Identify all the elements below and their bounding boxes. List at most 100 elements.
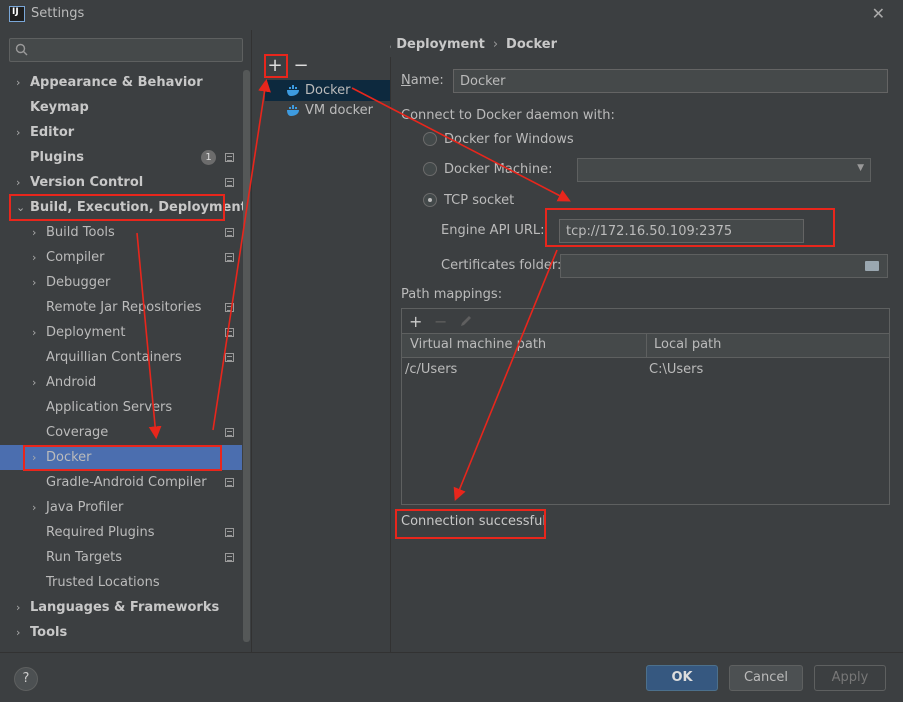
chevron-right-icon[interactable]: › (32, 495, 36, 520)
sidebar-scrollbar[interactable] (243, 70, 250, 642)
sidebar-item-arquillian-containers[interactable]: Arquillian Containers (0, 345, 242, 370)
remove-mapping-button[interactable]: − (434, 312, 447, 331)
path-mappings-toolbar: + − (402, 309, 889, 334)
connection-status: Connection successful (401, 514, 546, 529)
tcp-socket-radio[interactable] (423, 193, 437, 207)
sidebar-item-tools[interactable]: › Tools (0, 620, 242, 645)
sidebar-item-version-control[interactable]: › Version Control (0, 170, 242, 195)
sidebar-item-required-plugins[interactable]: Required Plugins (0, 520, 242, 545)
close-icon[interactable]: ✕ (872, 4, 885, 23)
sidebar-item-deployment[interactable]: › Deployment (0, 320, 242, 345)
search-input[interactable] (34, 41, 234, 59)
project-settings-icon (225, 228, 234, 237)
folder-icon[interactable] (865, 261, 879, 271)
chevron-right-icon[interactable]: › (32, 270, 36, 295)
sidebar-item-remote-jar-repositories[interactable]: Remote Jar Repositories (0, 295, 242, 320)
sidebar-item-run-targets[interactable]: Run Targets (0, 545, 242, 570)
add-config-button[interactable]: + (266, 57, 284, 76)
sidebar-item-debugger[interactable]: › Debugger (0, 270, 242, 295)
ok-button[interactable]: OK (646, 665, 718, 691)
docker-machine-select[interactable]: ▼ (577, 158, 871, 182)
docker-config-item[interactable]: Docker (265, 80, 390, 101)
sidebar-item-compiler[interactable]: › Compiler (0, 245, 242, 270)
search-icon (15, 43, 28, 56)
chevron-right-icon[interactable]: › (16, 120, 20, 145)
sidebar-item-trusted-locations[interactable]: Trusted Locations (0, 570, 242, 595)
cancel-button[interactable]: Cancel (729, 665, 803, 691)
sidebar-item-label: Docker (46, 450, 92, 465)
sidebar-item-keymap[interactable]: Keymap (0, 95, 242, 120)
sidebar-item-build-tools[interactable]: › Build Tools (0, 220, 242, 245)
local-path-cell: C:\Users (649, 362, 704, 377)
add-mapping-button[interactable]: + (409, 312, 422, 331)
sidebar-item-coverage[interactable]: Coverage (0, 420, 242, 445)
name-input[interactable] (453, 69, 888, 93)
path-mappings-table: + − Virtual machine path Local path /c/U… (401, 308, 890, 505)
chevron-right-icon[interactable]: › (16, 620, 20, 645)
sidebar-item-gradle-android-compiler[interactable]: Gradle-Android Compiler (0, 470, 242, 495)
breadcrumb-separator: › (492, 37, 499, 52)
chevron-right-icon[interactable]: › (16, 595, 20, 620)
sidebar-item-label: Remote Jar Repositories (46, 300, 202, 315)
chevron-right-icon[interactable]: › (32, 370, 36, 395)
sidebar-item-build-execution-deployment[interactable]: ⌄ Build, Execution, Deployment (0, 195, 247, 220)
sidebar-item-languages-frameworks[interactable]: › Languages & Frameworks (0, 595, 242, 620)
settings-sidebar: › Appearance & Behavior Keymap › Editor Plugi… (0, 30, 251, 652)
apply-button[interactable]: Apply (814, 665, 886, 691)
chevron-down-icon: ▼ (857, 163, 864, 173)
sidebar-item-label: Version Control (30, 175, 144, 190)
sidebar-item-docker[interactable]: › Docker (0, 445, 242, 470)
docker-machine-label[interactable]: Docker Machine: (444, 162, 552, 177)
table-row[interactable]: /c/Users C:\Users (402, 359, 889, 381)
engine-api-url-label: Engine API URL: (441, 223, 545, 238)
chevron-right-icon[interactable]: › (32, 245, 36, 270)
sidebar-item-application-servers[interactable]: Application Servers (0, 395, 242, 420)
sidebar-item-android[interactable]: › Android (0, 370, 242, 395)
intellij-app-icon (9, 6, 25, 22)
sidebar-item-label: Tools (30, 625, 68, 640)
update-count-badge: 1 (201, 150, 216, 165)
docker-for-windows-label[interactable]: Docker for Windows (444, 132, 574, 147)
docker-config-label: Docker (305, 83, 351, 98)
column-separator (646, 334, 647, 358)
sidebar-item-java-profiler[interactable]: › Java Profiler (0, 495, 242, 520)
name-label-mnemonic: N (401, 73, 411, 88)
connect-label: Connect to Docker daemon with: (401, 108, 615, 123)
edit-mapping-icon[interactable] (459, 313, 473, 332)
sidebar-item-label: Application Servers (46, 400, 173, 415)
chevron-down-icon[interactable]: ⌄ (16, 195, 25, 220)
name-label: Name: (401, 73, 444, 88)
docker-machine-radio[interactable] (423, 162, 437, 176)
project-settings-icon (225, 328, 234, 337)
sidebar-item-editor[interactable]: › Editor (0, 120, 242, 145)
chevron-right-icon[interactable]: › (16, 170, 20, 195)
docker-config-item[interactable]: VM docker (265, 100, 390, 121)
remove-config-button[interactable]: − (292, 57, 310, 76)
column-local-path[interactable]: Local path (654, 337, 721, 352)
chevron-right-icon[interactable]: › (32, 445, 36, 470)
sidebar-item-label: Build Tools (46, 225, 115, 240)
path-mappings-header: Virtual machine path Local path (402, 334, 889, 358)
docker-icon (287, 85, 299, 96)
column-vm-path[interactable]: Virtual machine path (410, 337, 546, 352)
title-bar: Settings ✕ (0, 0, 903, 30)
project-settings-icon (225, 478, 234, 487)
project-settings-icon (225, 353, 234, 362)
sidebar-item-label: Plugins (30, 150, 84, 165)
certificates-folder-field[interactable] (560, 254, 888, 278)
search-field[interactable] (9, 38, 243, 62)
docker-config-label: VM docker (305, 103, 374, 118)
sidebar-item-label: Trusted Locations (46, 575, 160, 590)
docker-icon (287, 105, 299, 116)
chevron-right-icon[interactable]: › (16, 70, 20, 95)
sidebar-item-label: Compiler (46, 250, 105, 265)
chevron-right-icon[interactable]: › (32, 220, 36, 245)
tcp-socket-label[interactable]: TCP socket (444, 193, 514, 208)
sidebar-item-appearance-behavior[interactable]: › Appearance & Behavior (0, 70, 242, 95)
sidebar-item-plugins[interactable]: Plugins 1 (0, 145, 242, 170)
chevron-right-icon[interactable]: › (32, 320, 36, 345)
docker-for-windows-radio[interactable] (423, 132, 437, 146)
help-button[interactable]: ? (14, 667, 38, 691)
project-settings-icon (225, 428, 234, 437)
engine-api-url-input[interactable] (559, 219, 804, 243)
